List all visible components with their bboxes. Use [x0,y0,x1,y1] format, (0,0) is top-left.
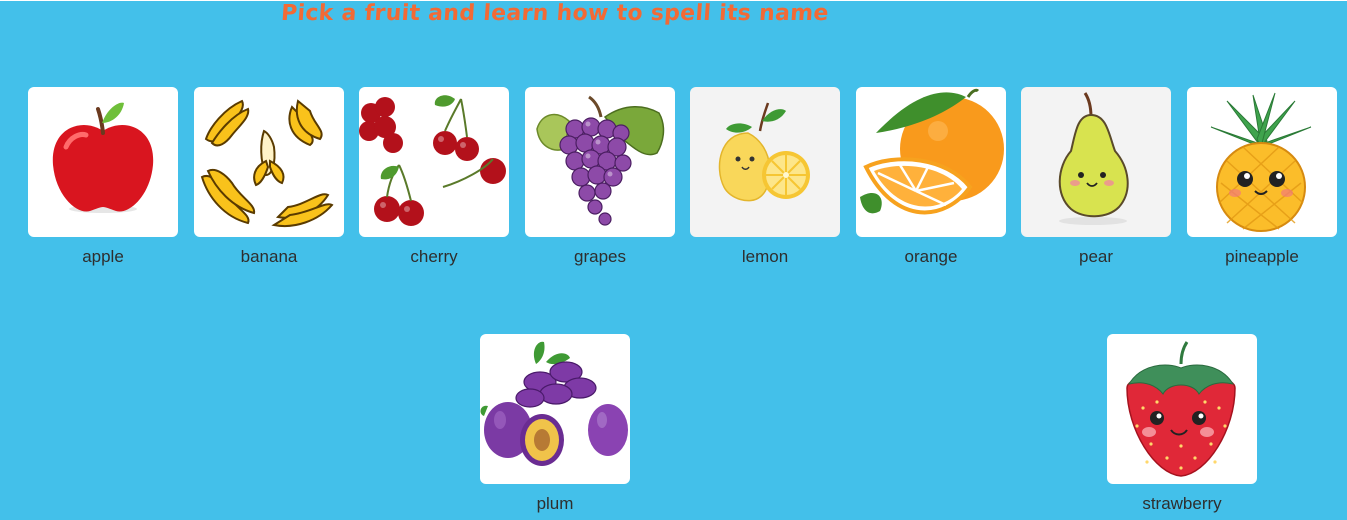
fruit-card-plum[interactable]: plum [480,334,630,514]
cherry-icon [359,95,506,226]
fruit-image-banana[interactable] [194,87,344,237]
fruit-label-lemon: lemon [741,247,789,266]
pineapple-icon [1210,92,1312,232]
fruit-card-pear[interactable]: pear [1021,87,1171,267]
strawberry-icon [1126,341,1236,477]
fruit-card-strawberry[interactable]: strawberry [1107,334,1257,514]
fruit-image-cherry[interactable] [359,87,509,237]
fruit-image-strawberry[interactable] [1107,334,1257,484]
fruit-label-pear: pear [1078,247,1114,266]
fruit-label-strawberry: strawberry [1142,494,1222,513]
pear-icon [1058,92,1129,225]
lemon-icon [718,102,810,202]
fruit-image-grapes[interactable] [525,87,675,237]
banana-icon [200,99,334,227]
grapes-icon [536,95,665,226]
fruit-image-apple[interactable] [28,87,178,237]
fruit-card-grapes[interactable]: grapes [525,87,675,267]
fruit-card-pineapple[interactable]: pineapple [1187,87,1337,267]
fruit-image-orange[interactable] [856,87,1006,237]
fruit-image-lemon[interactable] [690,87,840,237]
fruit-label-plum: plum [536,494,574,513]
fruit-card-apple[interactable]: apple [28,87,178,267]
fruit-label-grapes: grapes [574,247,626,266]
plum-icon [480,341,628,466]
fruit-label-pineapple: pineapple [1225,247,1299,266]
fruit-image-pineapple[interactable] [1187,87,1337,237]
fruit-label-banana: banana [240,247,298,266]
apple-icon [52,102,154,213]
fruit-label-apple: apple [82,247,124,266]
fruit-image-plum[interactable] [480,334,630,484]
fruit-label-orange: orange [904,247,958,266]
fruit-card-cherry[interactable]: cherry [359,87,509,267]
fruit-card-orange[interactable]: orange [856,87,1006,267]
fruit-image-pear[interactable] [1021,87,1171,237]
orange-icon [860,88,1004,215]
fruit-card-banana[interactable]: banana [194,87,344,267]
page-title: Pick a fruit and learn how to spell its … [280,1,830,26]
fruit-card-lemon[interactable]: lemon [690,87,840,267]
fruit-label-cherry: cherry [410,247,458,266]
